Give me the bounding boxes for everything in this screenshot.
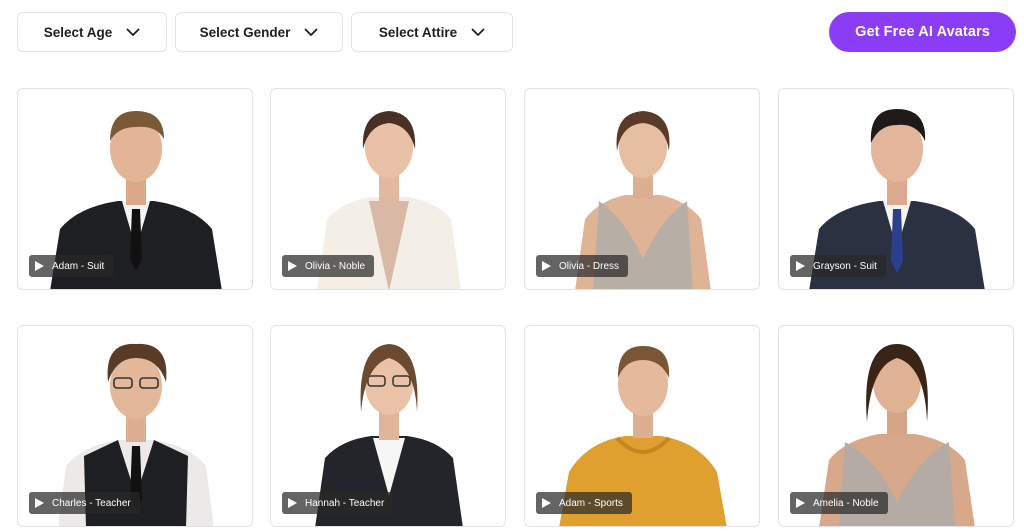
- play-icon: [542, 498, 551, 508]
- attire-filter-dropdown[interactable]: Select Attire: [351, 12, 513, 52]
- chevron-down-icon: [304, 28, 318, 36]
- avatar-card[interactable]: Olivia - Dress: [524, 88, 760, 290]
- chevron-down-icon: [126, 28, 140, 36]
- attire-filter-label: Select Attire: [378, 24, 458, 40]
- avatar-name: Olivia - Dress: [559, 260, 620, 272]
- avatar-card[interactable]: Olivia - Noble: [270, 88, 506, 290]
- age-filter-label: Select Age: [43, 24, 113, 40]
- play-icon: [542, 261, 551, 271]
- play-icon: [35, 498, 44, 508]
- avatar-name: Amelia - Noble: [813, 497, 879, 509]
- avatar-name: Grayson - Suit: [813, 260, 877, 272]
- avatar-play-label[interactable]: Charles - Teacher: [29, 492, 140, 514]
- play-icon: [288, 498, 297, 508]
- play-icon: [288, 261, 297, 271]
- gender-filter-label: Select Gender: [199, 24, 291, 40]
- avatar-play-label[interactable]: Olivia - Dress: [536, 255, 629, 277]
- avatar-card[interactable]: Adam - Sports: [524, 325, 760, 527]
- avatar-play-label[interactable]: Adam - Sports: [536, 492, 632, 514]
- avatar-card[interactable]: Amelia - Noble: [778, 325, 1014, 527]
- avatar-card[interactable]: Charles - Teacher: [17, 325, 253, 527]
- avatar-card[interactable]: Hannah - Teacher: [270, 325, 506, 527]
- get-free-ai-avatars-button[interactable]: Get Free AI Avatars: [829, 12, 1016, 52]
- play-icon: [35, 261, 44, 271]
- avatar-name: Adam - Sports: [559, 497, 623, 509]
- avatar-name: Charles - Teacher: [52, 497, 131, 509]
- chevron-down-icon: [471, 28, 485, 36]
- play-icon: [796, 261, 805, 271]
- avatar-name: Olivia - Noble: [305, 260, 366, 272]
- avatar-card[interactable]: Adam - Suit: [17, 88, 253, 290]
- avatar-play-label[interactable]: Grayson - Suit: [790, 255, 886, 277]
- avatar-card[interactable]: Grayson - Suit: [778, 88, 1014, 290]
- avatar-play-label[interactable]: Adam - Suit: [29, 255, 114, 277]
- avatar-play-label[interactable]: Olivia - Noble: [282, 255, 375, 277]
- avatar-name: Adam - Suit: [52, 260, 105, 272]
- play-icon: [796, 498, 805, 508]
- age-filter-dropdown[interactable]: Select Age: [17, 12, 167, 52]
- gender-filter-dropdown[interactable]: Select Gender: [175, 12, 343, 52]
- avatar-name: Hannah - Teacher: [305, 497, 385, 509]
- avatar-play-label[interactable]: Amelia - Noble: [790, 492, 888, 514]
- avatar-play-label[interactable]: Hannah - Teacher: [282, 492, 394, 514]
